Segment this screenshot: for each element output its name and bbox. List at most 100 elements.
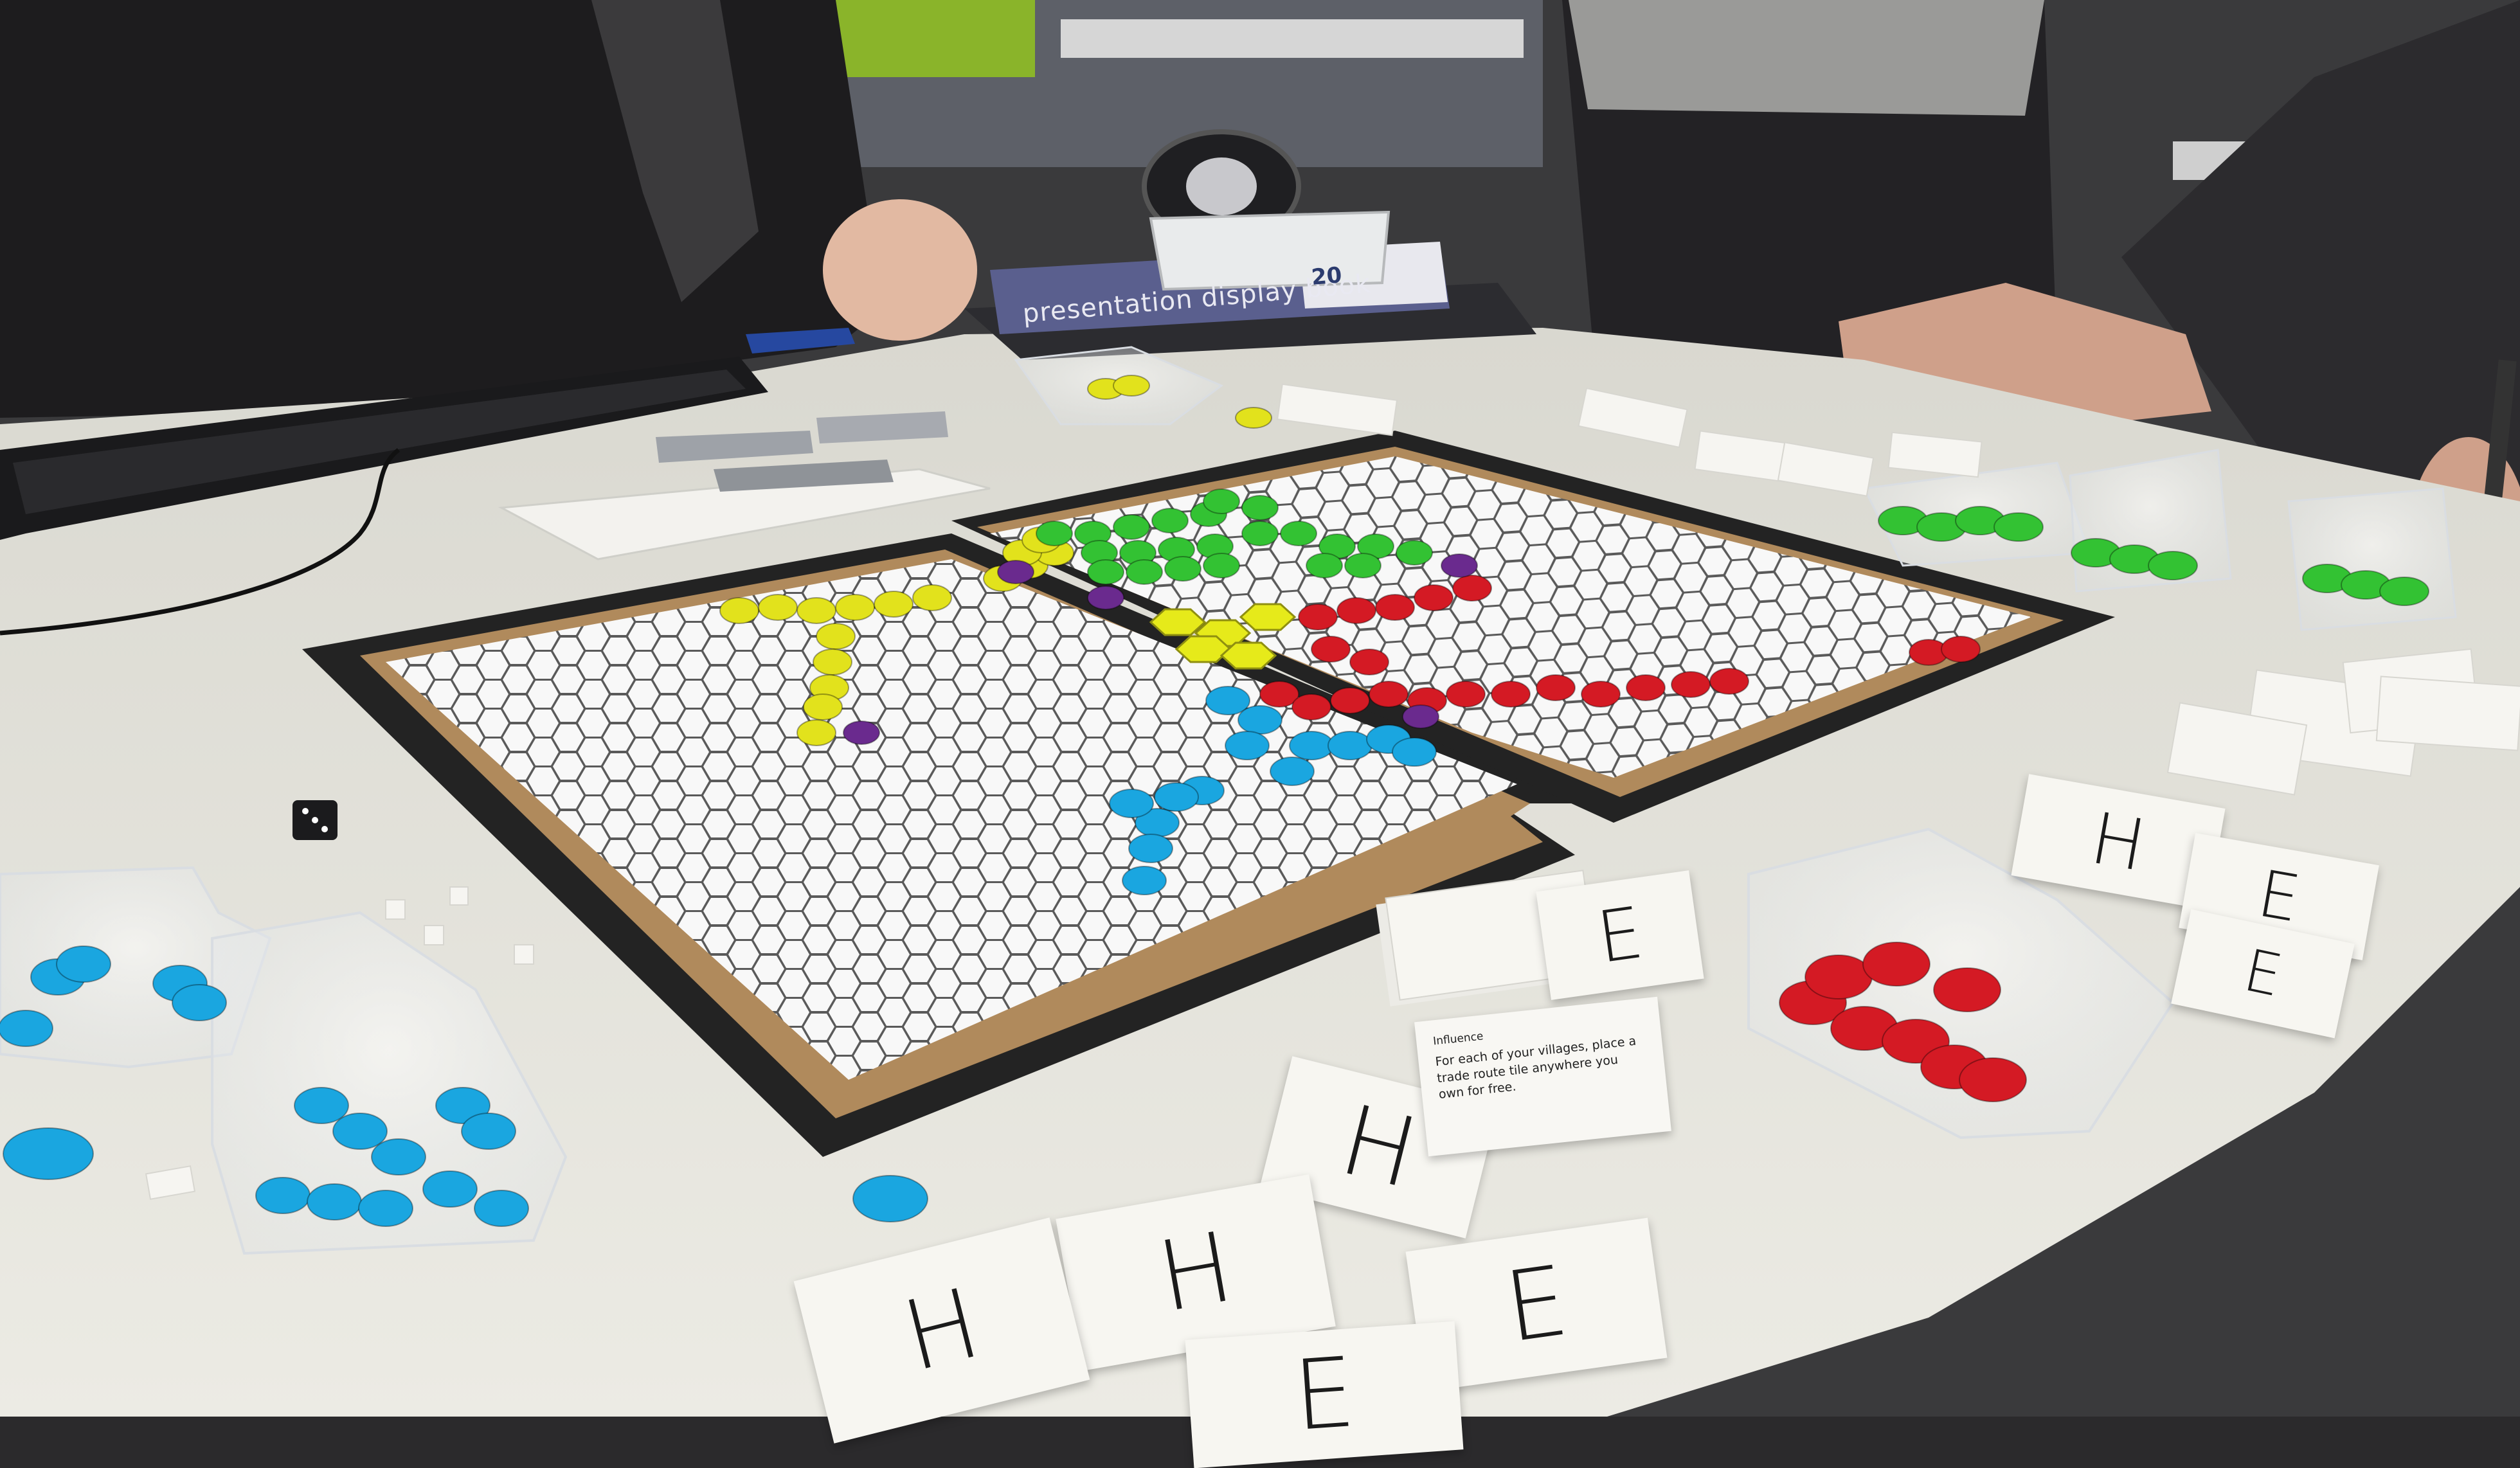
green-token[interactable] <box>1241 495 1279 521</box>
blue-token[interactable] <box>172 984 227 1021</box>
purple-token[interactable] <box>997 560 1034 584</box>
green-token[interactable] <box>1241 521 1279 546</box>
green-token[interactable] <box>2148 551 2198 580</box>
yellow-token[interactable] <box>1113 375 1150 397</box>
blue-token[interactable] <box>474 1190 529 1227</box>
red-token[interactable] <box>1298 604 1338 631</box>
red-token[interactable] <box>1536 674 1576 701</box>
red-token[interactable] <box>1336 597 1376 624</box>
red-token[interactable] <box>1933 967 2001 1012</box>
green-token[interactable] <box>1396 540 1433 566</box>
red-token[interactable] <box>1709 668 1749 695</box>
blue-token[interactable] <box>307 1183 362 1221</box>
purple-token[interactable] <box>1441 553 1478 578</box>
red-token[interactable] <box>1581 681 1621 708</box>
blue-token[interactable] <box>1154 782 1199 812</box>
green-token[interactable] <box>1113 514 1150 540</box>
letter-card-text: E <box>1498 1245 1575 1365</box>
back-desk <box>1061 19 1524 58</box>
yellow-token[interactable] <box>813 649 852 676</box>
red-token[interactable] <box>1349 649 1389 676</box>
green-token[interactable] <box>1036 521 1073 546</box>
blue-token[interactable] <box>422 1170 478 1208</box>
letter-card-text: H <box>2085 796 2152 888</box>
blue-token[interactable] <box>461 1113 516 1150</box>
blue-token[interactable] <box>3 1127 94 1180</box>
green-token[interactable] <box>1203 553 1240 578</box>
influence-card[interactable]: Influence For each of your villages, pla… <box>1414 996 1671 1157</box>
purple-token[interactable] <box>843 721 880 745</box>
yellow-token[interactable] <box>816 623 856 650</box>
yellow-token[interactable] <box>797 597 836 624</box>
red-token[interactable] <box>1671 671 1711 698</box>
red-token[interactable] <box>1311 636 1351 663</box>
blue-token[interactable] <box>294 1087 349 1124</box>
red-token[interactable] <box>1491 681 1531 708</box>
yellow-token[interactable] <box>912 584 952 611</box>
green-token[interactable] <box>1280 521 1317 546</box>
green-token[interactable] <box>1994 512 2044 542</box>
yellow-token[interactable] <box>874 591 914 618</box>
red-token[interactable] <box>1414 584 1454 611</box>
green-token-bag-3 <box>2287 487 2457 631</box>
blue-token[interactable] <box>852 1175 928 1222</box>
blue-token[interactable] <box>1392 737 1437 767</box>
yellow-token[interactable] <box>758 594 798 621</box>
green-token[interactable] <box>1151 508 1189 533</box>
yellow-token[interactable] <box>835 594 875 621</box>
blue-token[interactable] <box>1270 756 1315 786</box>
blue-token[interactable] <box>0 1010 53 1047</box>
blue-token[interactable] <box>332 1113 388 1150</box>
red-token[interactable] <box>1375 594 1415 621</box>
green-token[interactable] <box>1344 553 1382 578</box>
green-token[interactable] <box>2379 577 2429 606</box>
purple-token[interactable] <box>1402 704 1439 729</box>
red-token[interactable] <box>1369 681 1408 708</box>
blue-token[interactable] <box>255 1177 310 1214</box>
letter-card-e-2[interactable]: E <box>1185 1321 1464 1468</box>
letter-card-text: E <box>1592 891 1648 980</box>
blue-token[interactable] <box>1328 731 1372 760</box>
letter-card-text: H <box>1330 1084 1428 1211</box>
dice-pip <box>312 817 318 823</box>
headphone-cup <box>1186 157 1257 215</box>
blue-token[interactable] <box>1238 705 1282 735</box>
dice-pip <box>302 808 309 814</box>
blue-token[interactable] <box>358 1190 413 1227</box>
red-token[interactable] <box>1805 954 1873 999</box>
green-token[interactable] <box>1306 553 1343 578</box>
green-panel <box>823 0 1035 77</box>
green-token[interactable] <box>1164 556 1202 582</box>
red-token[interactable] <box>1292 694 1331 721</box>
letter-card-text: H <box>1150 1211 1241 1334</box>
yellow-token[interactable] <box>719 597 759 624</box>
letter-card-e-stack[interactable]: E <box>1536 870 1704 1000</box>
letter-card-text: E <box>2238 936 2288 1010</box>
green-token[interactable] <box>1126 559 1163 585</box>
red-token[interactable] <box>1330 687 1370 714</box>
blue-token[interactable] <box>1109 789 1154 818</box>
blue-token[interactable] <box>1128 834 1173 863</box>
blue-token[interactable] <box>56 945 111 983</box>
blue-token[interactable] <box>1122 866 1167 895</box>
red-token[interactable] <box>1446 681 1486 708</box>
red-token[interactable] <box>1862 942 1931 987</box>
green-token[interactable] <box>1203 488 1240 514</box>
blue-token[interactable] <box>1289 731 1334 760</box>
letter-card-text: E <box>2252 855 2306 937</box>
blue-token[interactable] <box>1225 731 1270 760</box>
red-token[interactable] <box>1452 575 1492 602</box>
yellow-token[interactable] <box>797 719 836 746</box>
purple-token[interactable] <box>1087 586 1124 610</box>
left-hand <box>823 199 977 341</box>
dice-pip <box>321 826 328 832</box>
person-center-shirt <box>1569 0 2044 116</box>
red-token[interactable] <box>1626 674 1666 701</box>
red-token[interactable] <box>1941 636 1981 663</box>
letter-card-text: E <box>1290 1336 1359 1453</box>
yellow-token[interactable] <box>1235 407 1272 429</box>
yellow-token[interactable] <box>803 694 843 721</box>
blue-token[interactable] <box>371 1138 426 1176</box>
red-token[interactable] <box>1959 1057 2027 1102</box>
green-token[interactable] <box>1087 559 1124 585</box>
